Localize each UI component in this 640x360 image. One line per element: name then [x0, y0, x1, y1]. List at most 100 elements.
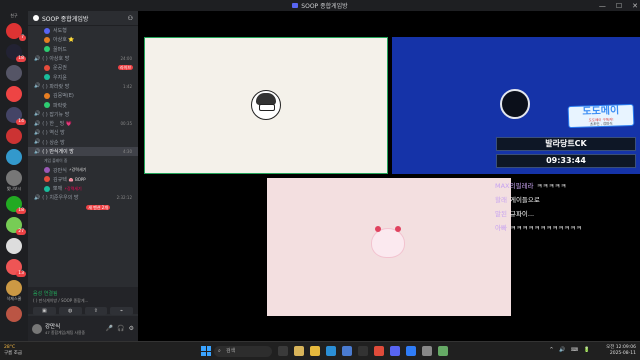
speaker-icon: 🔊 — [34, 55, 41, 62]
voice-channel[interactable]: 🔊( ) 만식게이 방 4:30 — [28, 146, 138, 157]
row-label: 우지윤 — [53, 74, 67, 81]
start-button[interactable] — [201, 346, 211, 356]
voice-user[interactable]: 파락랏 — [28, 100, 138, 109]
row-label: 김규텍 — [53, 176, 67, 183]
channel-timer: 00:35 — [120, 121, 132, 127]
voice-channel[interactable]: 🔊( ) 치준우우의 방 2:32:12 — [28, 193, 138, 202]
server-icon[interactable] — [6, 149, 22, 165]
weather-desc: 구름 조금 — [4, 351, 22, 356]
user-avatar — [44, 185, 50, 192]
terminal-icon[interactable] — [358, 346, 368, 356]
video-tile-3[interactable] — [267, 178, 511, 316]
clock[interactable]: 오전 12:09:06 2025-08-11 — [606, 345, 636, 357]
voice-user[interactable]: 뽀깨 ⚡강력세기 — [28, 184, 138, 193]
weather-widget[interactable]: 28°C 구름 조금 — [4, 345, 22, 357]
voice-user[interactable]: 김규텍 🐽 BOPP — [28, 175, 138, 184]
voice-channel[interactable]: 🔊( ) 파라랏 방 1:42 — [28, 82, 138, 91]
taskbar-search[interactable]: ⌕ 검색 — [214, 346, 272, 357]
store-icon[interactable] — [342, 346, 352, 356]
chat-nickname: MAX의필레라 — [495, 182, 534, 190]
friends-label[interactable]: 친구 — [0, 13, 28, 18]
app-logo-icon — [292, 3, 299, 8]
voice-user[interactable]: 아상호 ⭐ — [28, 35, 138, 44]
voice-user[interactable]: 운공권 라이브 — [28, 63, 138, 72]
server-mention-badge: 13 — [16, 271, 26, 277]
avatar-mascot — [371, 226, 405, 258]
chat-text: 게이들으로 — [509, 196, 540, 204]
chrome-icon[interactable] — [374, 346, 384, 356]
user-name: 강만식 — [45, 323, 61, 330]
camera-button[interactable]: ▣ — [33, 307, 56, 315]
app-icon[interactable] — [422, 346, 432, 356]
window-titlebar[interactable]: SOOP 종합게임방 — ☐ ✕ — [0, 0, 640, 11]
server-name: SOOP 종합게임방 — [33, 14, 88, 23]
server-icon[interactable]: 18 — [6, 44, 26, 62]
discord-icon[interactable] — [390, 346, 400, 356]
video-tile-1[interactable] — [144, 37, 388, 174]
server-icon — [33, 14, 39, 21]
channel-timer: 24:00 — [120, 56, 132, 62]
microphone-icon[interactable]: 🎤 — [106, 325, 113, 332]
server-icon[interactable] — [6, 128, 22, 144]
server-icon[interactable] — [6, 170, 22, 186]
server-icon[interactable]: 13 — [6, 259, 26, 277]
app-icon-2[interactable] — [438, 346, 448, 356]
voice-channel[interactable]: 🔊( ) 잡기뉴 방 — [28, 110, 138, 119]
chat-text: ㅋㅋㅋㅋㅋ — [536, 182, 567, 190]
server-header[interactable]: SOOP 종합게임방 ⚇ — [28, 11, 138, 26]
server-icon[interactable] — [6, 306, 22, 322]
widgets-icon[interactable] — [294, 346, 304, 356]
server-icon[interactable] — [6, 86, 22, 102]
channel-list: 서도형 아상호 ⭐ 꿀머드 🔊( ) 아상호 방 24:00 운공권 라이브 우지윤 🔊( ) … — [28, 26, 138, 212]
file-explorer-icon[interactable] — [310, 346, 320, 356]
add-member-icon[interactable]: ⚇ — [128, 15, 133, 22]
maximize-button[interactable]: ☐ — [616, 2, 622, 10]
voice-channel[interactable]: 🔊( ) 아상호 방 24:00 — [28, 54, 138, 63]
voice-user[interactable]: 김뭉벅(E) — [28, 91, 138, 100]
voice-user[interactable]: 강만식 ⚡강력세기 — [28, 165, 138, 174]
server-label: 삭제스쿨 — [6, 296, 22, 301]
row-label: 서도형 — [53, 28, 67, 35]
server-icon[interactable]: 7 — [6, 23, 26, 41]
voice-channel[interactable]: 🔊( ) 한 _ 빙 💗 00:35 — [28, 119, 138, 128]
video-tile-2[interactable]: 도도메이 도도메이 구독자! 초초인 , 강만식 발라당트CK 09:33:44 — [392, 37, 640, 174]
server-icon[interactable] — [6, 238, 22, 254]
screen-share-button[interactable]: ◍ — [58, 307, 82, 315]
server-icon[interactable]: 18 — [6, 196, 26, 214]
server-mention-badge: 18 — [16, 56, 26, 62]
chat-message: 할래 게이들으로 — [495, 193, 635, 207]
voice-channel[interactable]: 🔊( ) 역신 방 — [28, 128, 138, 137]
server-icon[interactable]: 14 — [6, 107, 26, 125]
soundboard-button[interactable]: ⌁ — [110, 307, 133, 315]
soop-app-icon[interactable] — [406, 346, 416, 356]
server-icon[interactable]: 27 — [6, 217, 26, 235]
settings-gear-icon[interactable]: ⚙ — [129, 325, 134, 332]
server-icon[interactable] — [6, 280, 22, 296]
close-button[interactable]: ✕ — [632, 2, 638, 10]
voice-buttons: ▣ ◍ ⇪ ⌁ — [33, 307, 133, 315]
user-avatar[interactable] — [32, 323, 42, 334]
voice-detail[interactable]: ( ) 만식게이방 / SOOP 종합게... — [33, 298, 133, 304]
voice-user[interactable]: 새 멘션 2개 — [28, 203, 138, 212]
streamer-name-box: 발라당트CK — [496, 137, 636, 151]
user-activity-tag: ⚡강력세기 — [64, 185, 82, 191]
user-avatar — [44, 64, 50, 71]
edge-icon[interactable] — [326, 346, 336, 356]
avatar-cartoon-glasses — [251, 90, 281, 120]
chat-message: 아빠 ㅋㅋㅋㅋㅋㅋㅋㅋㅋㅋㅋㅋ — [495, 221, 635, 235]
activity-button[interactable]: ⇪ — [84, 307, 108, 315]
minimize-button[interactable]: — — [599, 2, 606, 10]
server-mention-badge: 27 — [16, 229, 26, 235]
server-mention-badge: 18 — [16, 208, 26, 214]
tray-icons[interactable]: ^ 🔊 ⌨ 🔋 — [549, 347, 592, 353]
task-view-icon[interactable] — [278, 346, 288, 356]
headphones-icon[interactable]: 🎧 — [117, 325, 124, 332]
voice-user[interactable]: 우지윤 — [28, 72, 138, 81]
window-title: SOOP 종합게임방 — [0, 1, 640, 10]
voice-channel[interactable]: 🔊( ) 상순 방 — [28, 138, 138, 147]
speaker-icon: 🔊 — [34, 111, 41, 118]
voice-user[interactable]: 서도형 — [28, 26, 138, 35]
voice-user[interactable]: 꿀머드 — [28, 45, 138, 54]
channel-timer: 4:30 — [123, 149, 132, 154]
server-icon[interactable] — [6, 65, 22, 81]
